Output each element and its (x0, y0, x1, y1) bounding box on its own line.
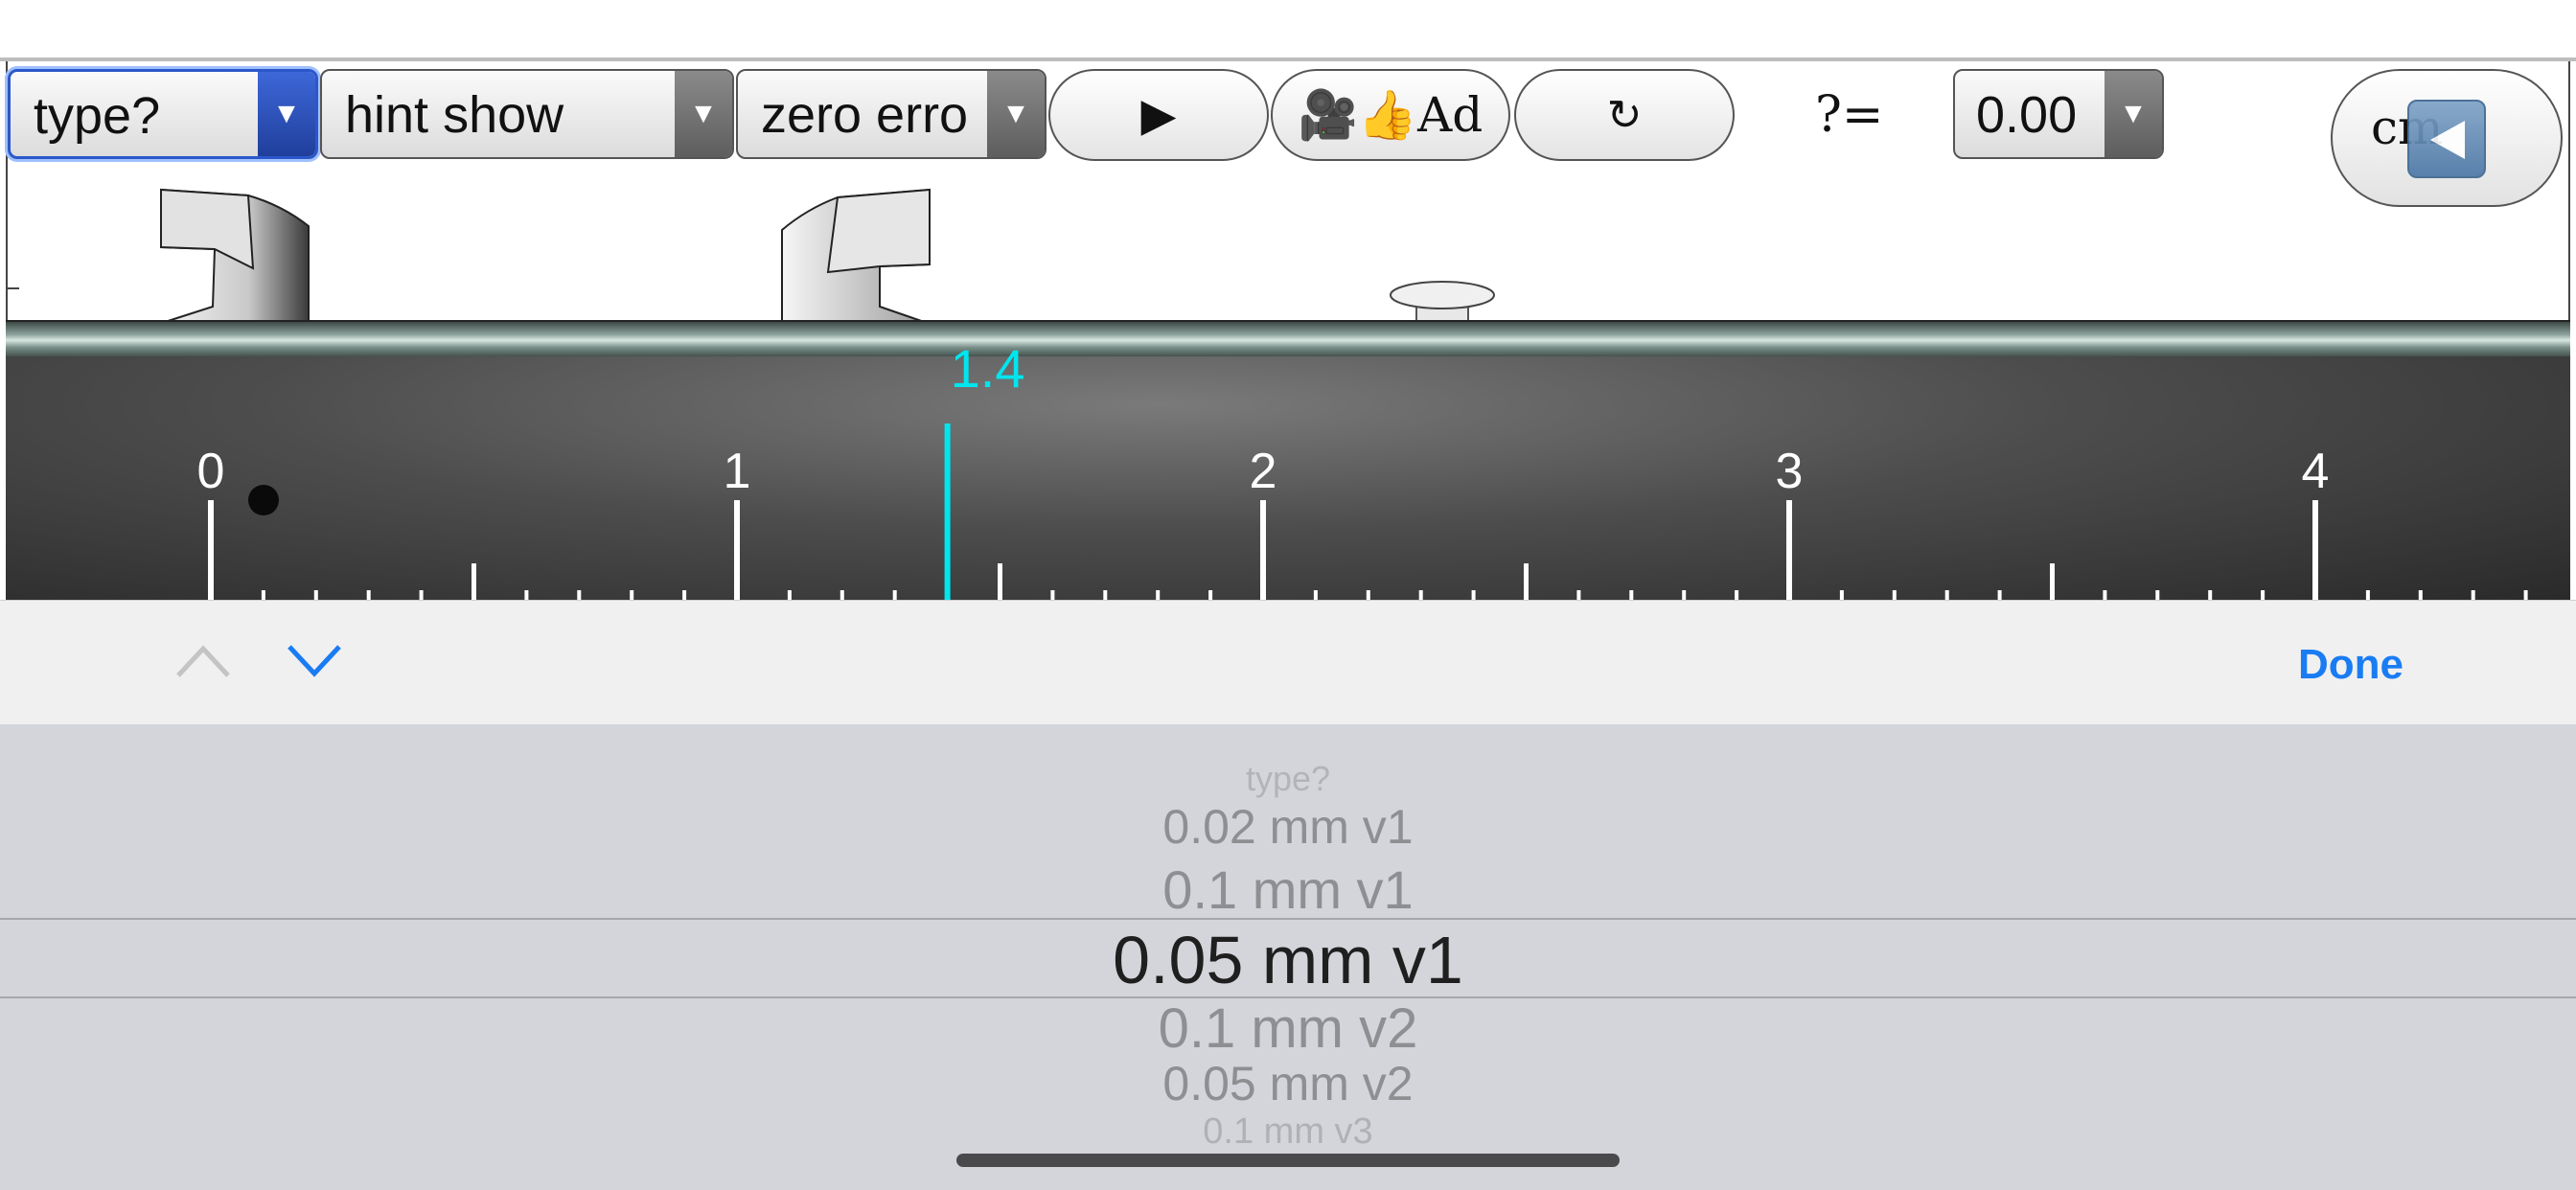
minor-tick (2523, 590, 2528, 600)
minor-tick (892, 590, 897, 600)
picker-option[interactable]: 0.1 mm v1 (0, 858, 2576, 921)
minor-tick (787, 590, 792, 600)
minor-tick (840, 590, 844, 600)
minor-tick (261, 590, 265, 600)
picker-option-selected[interactable]: 0.05 mm v1 (0, 922, 2576, 998)
done-button[interactable]: Done (2298, 641, 2404, 689)
minor-tick (2261, 590, 2266, 600)
picker-option[interactable]: 0.02 mm v1 (0, 799, 2576, 855)
main-scale[interactable]: 1.4 0 1 2 3 4 (6, 338, 2570, 600)
minor-tick (2155, 590, 2160, 600)
play-button[interactable]: ▶ (1048, 69, 1269, 161)
scale-label-1: 1 (723, 444, 751, 499)
minor-tick (2103, 590, 2107, 600)
scale-label-0: 0 (196, 444, 225, 499)
vernier-app: type? ▼ hint show ▼ zero erro ▼ ▶ 🎥👍Ad ↻… (0, 0, 2576, 600)
minor-tick (2208, 590, 2213, 600)
picker-option[interactable]: 0.1 mm v3 (0, 1111, 2576, 1153)
dropdown-arrow-icon: ▼ (2104, 71, 2162, 157)
minor-tick (682, 590, 687, 600)
major-tick (734, 500, 740, 600)
zero-error-select[interactable]: zero erro ▼ (736, 69, 1046, 159)
minor-tick (1735, 590, 1739, 600)
scale-label-2: 2 (1249, 444, 1277, 499)
minor-tick (1576, 590, 1581, 600)
play-icon: ▶ (1140, 90, 1177, 141)
minor-tick (1313, 590, 1318, 600)
major-tick (2312, 500, 2318, 600)
picker-option[interactable]: 0.1 mm v2 (0, 996, 2576, 1061)
minor-tick (1208, 590, 1213, 600)
type-select-value: type? (34, 87, 161, 145)
minor-tick (1944, 590, 1949, 600)
minor-tick (1050, 590, 1055, 600)
type-select[interactable]: type? ▼ (8, 69, 318, 159)
major-tick (1260, 500, 1266, 600)
dropdown-arrow-icon: ▼ (987, 71, 1045, 157)
dropdown-arrow-icon: ▼ (258, 72, 315, 156)
watch-ad-button[interactable]: 🎥👍Ad (1271, 69, 1510, 161)
next-field-chevron-down-icon[interactable] (284, 639, 345, 681)
answer-value-select[interactable]: 0.00 ▼ (1953, 69, 2164, 159)
dropdown-arrow-icon: ▼ (675, 71, 732, 157)
minor-tick (2365, 590, 2370, 600)
minor-tick (1366, 590, 1370, 600)
minor-tick (1156, 590, 1161, 600)
minor-tick (472, 563, 476, 600)
minor-tick (630, 590, 634, 600)
minor-tick (524, 590, 529, 600)
reset-icon: ↻ (1606, 91, 1643, 139)
zero-error-select-value: zero erro (761, 86, 969, 144)
minor-tick (1629, 590, 1634, 600)
major-tick (208, 500, 214, 600)
scale-ticks (208, 423, 2528, 600)
minor-tick (1471, 590, 1476, 600)
minor-tick (1524, 563, 1529, 600)
major-tick (1786, 500, 1792, 600)
reset-button[interactable]: ↻ (1514, 69, 1735, 161)
minor-tick (1418, 590, 1423, 600)
minor-tick (1682, 590, 1687, 600)
answer-label: ?= (1815, 86, 1884, 144)
reading-line (944, 423, 951, 600)
ad-button-label: 🎥👍Ad (1298, 86, 1484, 143)
minor-tick (366, 590, 371, 600)
minor-tick (998, 563, 1002, 600)
reading-label: 1.4 (950, 338, 1025, 399)
minor-tick (1103, 590, 1108, 600)
minor-tick (2050, 563, 2055, 600)
hint-select[interactable]: hint show ▼ (320, 69, 734, 159)
minor-tick (2418, 590, 2423, 600)
lock-screw[interactable] (1388, 280, 1497, 322)
sliding-jaw (781, 188, 931, 325)
back-arrow-icon[interactable] (2407, 100, 2486, 178)
picker-option[interactable]: 0.05 mm v2 (0, 1056, 2576, 1111)
minor-tick (1839, 590, 1844, 600)
scale-label-3: 3 (1775, 444, 1804, 499)
home-indicator (956, 1154, 1620, 1167)
answer-value: 0.00 (1976, 86, 2078, 144)
unit-button[interactable]: cm (2331, 69, 2563, 207)
hint-select-value: hint show (345, 86, 564, 144)
minor-tick (2471, 590, 2475, 600)
keyboard-accessory-bar: Done (0, 600, 2576, 725)
main-beam (6, 320, 2570, 358)
zero-marker-dot (248, 485, 279, 515)
minor-tick (419, 590, 424, 600)
type-picker-wheel[interactable]: type? 0.02 mm v1 0.1 mm v1 0.05 mm v1 0.… (0, 724, 2576, 1190)
previous-field-chevron-up-icon[interactable] (172, 639, 234, 681)
minor-tick (1892, 590, 1897, 600)
scale-label-4: 4 (2301, 444, 2330, 499)
frame-tick (6, 287, 19, 289)
minor-tick (313, 590, 318, 600)
fixed-jaw (158, 188, 310, 325)
minor-tick (1997, 590, 2002, 600)
picker-option[interactable]: type? (0, 759, 2576, 799)
minor-tick (577, 590, 582, 600)
